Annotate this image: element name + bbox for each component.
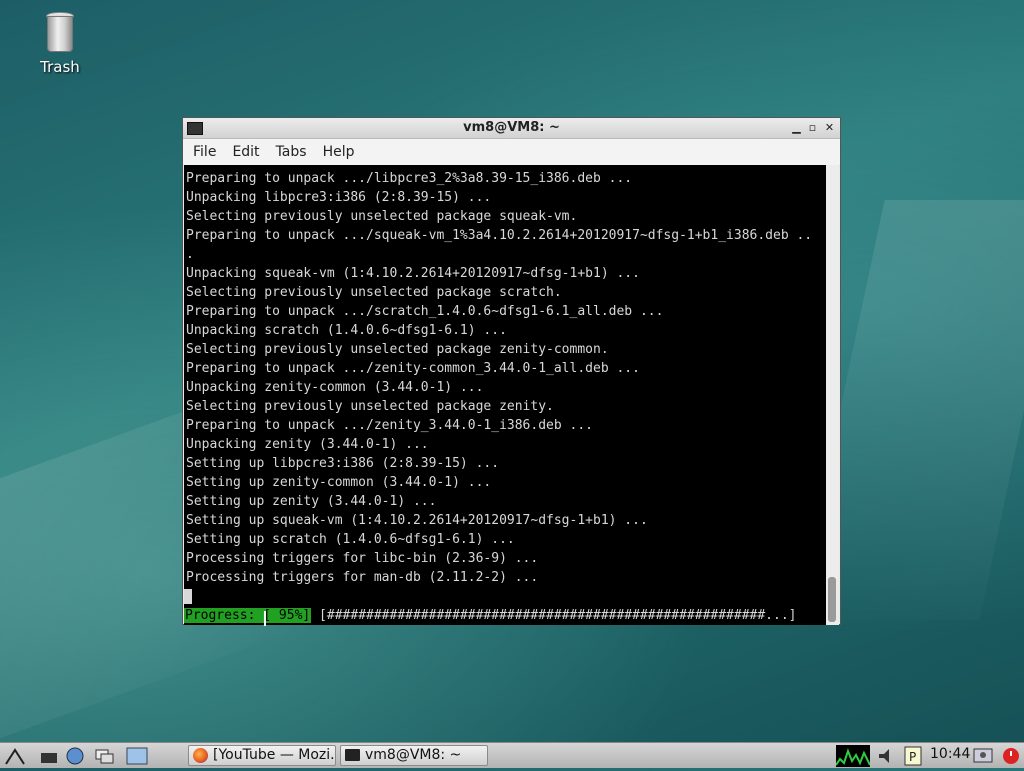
terminal-line: Processing triggers for man-db (2.11.2-2… (186, 570, 539, 585)
window-titlebar[interactable]: vm8@VM8: ~ ▁ ▫ ✕ (183, 118, 840, 139)
terminal-line: Setting up zenity (3.44.0-1) ... (186, 494, 437, 509)
terminal-line: Setting up squeak-vm (1:4.10.2.2614+2012… (186, 513, 648, 528)
menu-bar: File Edit Tabs Help (183, 139, 840, 166)
terminal-line: Preparing to unpack .../scratch_1.4.0.6~… (186, 304, 664, 319)
taskbar: [YouTube — Mozi... vm8@VM8: ~ P 10:44 (0, 742, 1024, 768)
progress-bar: [#######################################… (311, 608, 797, 623)
task-button-terminal[interactable]: vm8@VM8: ~ (340, 745, 488, 766)
clock[interactable]: 10:44 (930, 746, 970, 762)
task-label: vm8@VM8: ~ (365, 747, 462, 763)
terminal-lines: Preparing to unpack .../libpcre3_2%3a8.3… (184, 165, 826, 587)
minimize-button[interactable]: ▁ (789, 120, 804, 135)
terminal-icon (345, 749, 360, 761)
window-title: vm8@VM8: ~ (463, 120, 560, 135)
terminal-line: Selecting previously unselected package … (186, 399, 554, 414)
terminal-line: Unpacking squeak-vm (1:4.10.2.2614+20120… (186, 266, 640, 281)
terminal-scrollbar[interactable] (826, 165, 839, 625)
power-icon[interactable] (1000, 746, 1022, 766)
terminal-cursor-line (184, 587, 826, 606)
terminal-line: Setting up scratch (1.4.0.6~dfsg1-6.1) .… (186, 532, 515, 547)
terminal-line: Preparing to unpack .../squeak-vm_1%3a4.… (186, 228, 813, 243)
menu-edit[interactable]: Edit (232, 144, 259, 160)
desktop-icon-trash[interactable]: Trash (30, 12, 90, 76)
cpu-monitor-icon[interactable] (835, 745, 871, 767)
terminal-cursor (184, 589, 192, 604)
terminal-line: Processing triggers for libc-bin (2.36-9… (186, 551, 539, 566)
desktop-icon-label: Trash (40, 58, 80, 76)
task-label: [YouTube — Mozi... (213, 747, 336, 763)
browser-icon[interactable] (64, 746, 86, 766)
menu-file[interactable]: File (193, 144, 216, 160)
progress-line: Progress: [ 95%] [######################… (184, 606, 826, 625)
terminal-line: Unpacking scratch (1.4.0.6~dfsg1-6.1) ..… (186, 323, 507, 338)
scrollbar-thumb[interactable] (828, 577, 836, 622)
window-switch-icon[interactable] (94, 746, 116, 766)
terminal-line: Unpacking libpcre3:i386 (2:8.39-15) ... (186, 190, 492, 205)
firefox-icon (193, 748, 208, 763)
volume-icon[interactable] (876, 746, 898, 766)
trash-icon (46, 12, 74, 52)
workspace-icon[interactable] (126, 746, 148, 766)
ibeam-cursor-icon: I (262, 607, 268, 631)
terminal-line: Selecting previously unselected package … (186, 209, 578, 224)
user-icon[interactable] (972, 746, 994, 766)
terminal-line: Setting up libpcre3:i386 (2:8.39-15) ... (186, 456, 500, 471)
clipboard-icon[interactable]: P (902, 746, 924, 766)
terminal-line: Selecting previously unselected package … (186, 342, 609, 357)
terminal-line: Selecting previously unselected package … (186, 285, 562, 300)
terminal-line: Unpacking zenity (3.44.0-1) ... (186, 437, 429, 452)
task-button-firefox[interactable]: [YouTube — Mozi... (188, 745, 336, 766)
terminal-line: Preparing to unpack .../libpcre3_2%3a8.3… (186, 171, 633, 186)
svg-text:P: P (909, 750, 916, 764)
menu-tabs[interactable]: Tabs (276, 144, 307, 160)
start-menu-icon[interactable] (4, 746, 26, 766)
terminal-line: Preparing to unpack .../zenity-common_3.… (186, 361, 640, 376)
terminal-line: Unpacking zenity-common (3.44.0-1) ... (186, 380, 484, 395)
terminal-output[interactable]: Preparing to unpack .../libpcre3_2%3a8.3… (184, 165, 826, 625)
terminal-line: Setting up zenity-common (3.44.0-1) ... (186, 475, 492, 490)
terminal-line: Preparing to unpack .../zenity_3.44.0-1_… (186, 418, 593, 433)
progress-label: Progress: [ 95%] (184, 608, 312, 623)
terminal-line: . (186, 247, 194, 262)
close-button[interactable]: ✕ (822, 120, 837, 135)
show-desktop-icon[interactable] (38, 746, 60, 766)
maximize-button[interactable]: ▫ (805, 120, 820, 135)
menu-help[interactable]: Help (323, 144, 355, 160)
terminal-window[interactable]: vm8@VM8: ~ ▁ ▫ ✕ File Edit Tabs Help Pre… (182, 117, 841, 625)
